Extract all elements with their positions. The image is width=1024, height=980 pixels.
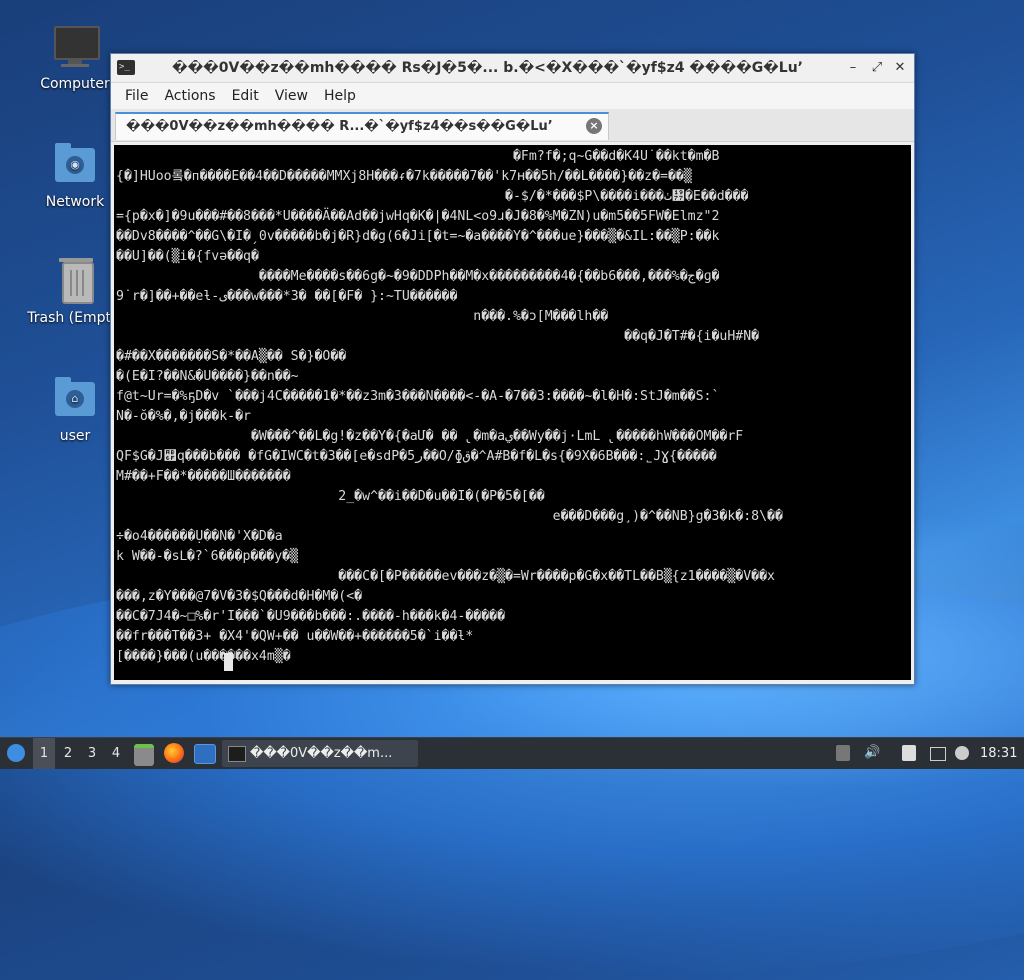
clipboard-icon[interactable] <box>902 745 916 761</box>
workspace-1[interactable]: 1 <box>33 738 55 769</box>
tab-close-icon[interactable]: × <box>586 118 602 134</box>
show-desktop-icon[interactable] <box>194 744 216 764</box>
computer-icon <box>51 22 100 70</box>
terminal-output[interactable]: �Fm?f�;q~G��d�K4U˙��kt�m�B {�]HUoo롴�ᴨ���… <box>114 145 911 680</box>
trash-icon <box>52 256 100 304</box>
menu-help[interactable]: Help <box>316 88 364 104</box>
volume-slider-icon[interactable] <box>836 745 850 761</box>
window-title: ���0V��z��mh���� Rs�J�5�... b.�<�X���`�y… <box>172 60 803 76</box>
network-tray-icon[interactable] <box>930 747 946 761</box>
close-button[interactable]: ✕ <box>891 59 909 77</box>
start-menu-button[interactable] <box>4 738 28 769</box>
network-folder-icon: ◉ <box>51 140 99 188</box>
workspace-3[interactable]: 3 <box>81 738 103 769</box>
terminal-text: �Fm?f�;q~G��d�K4U˙��kt�m�B {�]HUoo롴�ᴨ���… <box>116 149 783 664</box>
lxqt-logo-icon <box>7 744 25 762</box>
menu-file[interactable]: File <box>117 88 156 104</box>
terminal-tab[interactable]: ���0V��z��mh���� R...�`�yf$z4��s��G�Lu’ … <box>115 112 609 140</box>
terminal-window[interactable]: >_ ���0V��z��mh���� Rs�J�5�... b.�<�X���… <box>110 53 915 685</box>
menu-view[interactable]: View <box>267 88 316 104</box>
clock[interactable]: 18:31 <box>980 738 1017 769</box>
tab-bar: ���0V��z��mh���� R...�`�yf$z4��s��G�Lu’ … <box>111 109 914 142</box>
taskbar-task-label: ���0V��z��m... <box>250 746 393 761</box>
update-notifier-icon[interactable] <box>955 746 969 760</box>
terminal-task-icon <box>228 746 246 762</box>
firefox-icon[interactable] <box>164 743 184 763</box>
file-manager-icon[interactable] <box>134 744 154 766</box>
maximize-button[interactable]: ⤢ <box>868 59 886 77</box>
text-cursor <box>224 653 233 671</box>
taskbar-task-terminal[interactable]: ���0V��z��m... <box>222 740 418 767</box>
workspace-4[interactable]: 4 <box>105 738 127 769</box>
minimize-button[interactable]: – <box>844 59 862 77</box>
terminal-app-icon: >_ <box>117 60 135 75</box>
menu-bar: File Actions Edit View Help <box>111 83 914 109</box>
menu-actions[interactable]: Actions <box>156 88 223 104</box>
home-folder-icon: ⌂ <box>51 374 99 422</box>
window-titlebar[interactable]: >_ ���0V��z��mh���� Rs�J�5�... b.�<�X���… <box>111 54 914 83</box>
tab-title: ���0V��z��mh���� R...�`�yf$z4��s��G�Lu’ <box>126 119 553 134</box>
speaker-icon[interactable]: 🔊 <box>864 745 880 761</box>
menu-edit[interactable]: Edit <box>224 88 267 104</box>
taskbar: 1 2 3 4 ���0V��z��m... 🔊 18:31 <box>0 737 1024 769</box>
workspace-2[interactable]: 2 <box>57 738 79 769</box>
